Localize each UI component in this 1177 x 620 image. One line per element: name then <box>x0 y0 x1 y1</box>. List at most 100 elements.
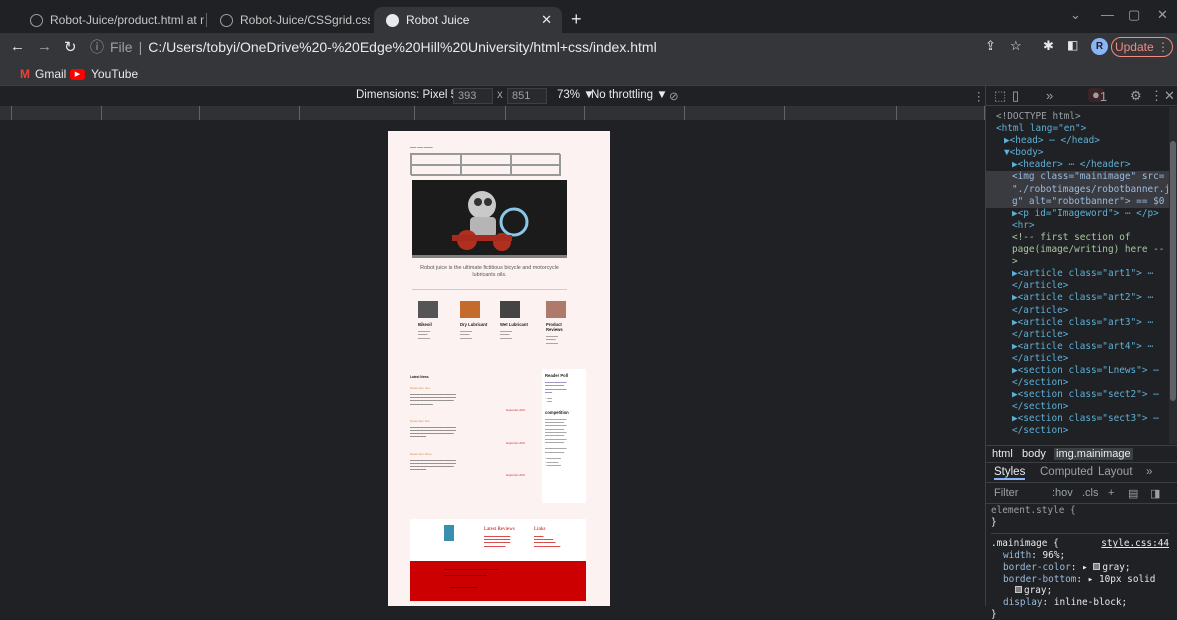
filter-input[interactable]: Filter <box>994 487 1018 499</box>
dom-node-line[interactable]: ▶<header> ⋯ </header> <box>986 159 1169 171</box>
dom-node-line[interactable]: ▶<section class="Lnews"> ⋯ <box>986 365 1169 377</box>
update-button[interactable]: Update ⋮ <box>1111 37 1173 57</box>
nav-cell[interactable] <box>411 154 461 165</box>
article-dry-lubricant[interactable]: Dry Lubricant ▬▬▬▬▬ ▬▬▬▬ ▬▬▬▬▬ <box>460 301 490 340</box>
zoom-select[interactable]: 73% ▼ <box>557 89 595 101</box>
dom-node-line[interactable]: > <box>986 256 1169 268</box>
css-property[interactable]: border-color: ▸ gray; <box>991 562 1169 574</box>
rule-selector[interactable]: .mainimage { <box>991 538 1059 549</box>
dom-node-line[interactable]: ▶<head> ⋯ </head> <box>986 135 1169 147</box>
tab-more[interactable]: » <box>1146 466 1152 478</box>
rule-source-link[interactable]: style.css:44 <box>1101 538 1169 550</box>
color-swatch-icon[interactable] <box>1015 586 1022 594</box>
dom-node-line[interactable]: <hr> <box>986 220 1169 232</box>
address-bar[interactable]: ⓘ File | C:/Users/tobyi/OneDrive%20-%20E… <box>90 35 970 59</box>
breadcrumb-img[interactable]: img.mainimage <box>1054 448 1133 460</box>
breadcrumb-html[interactable]: html <box>992 448 1013 460</box>
dom-node-line[interactable]: g" alt="robotbanner"> == $0 <box>986 195 1169 208</box>
dom-node-line[interactable]: page(image/writing) here -- <box>986 244 1169 256</box>
tab-product[interactable]: Robot-Juice/product.html at mai ✕ <box>18 7 204 33</box>
kebab-menu-icon[interactable]: ⋮ <box>1150 88 1163 104</box>
close-window-icon[interactable]: ✕ <box>1157 7 1168 23</box>
dom-node-line[interactable]: </section> <box>986 425 1169 437</box>
minimize-icon[interactable]: — <box>1101 7 1114 22</box>
emulated-page[interactable]: ▬▬ ▬▬ ▬▬▬ Robot juice is the ultimate fi… <box>388 131 610 606</box>
error-badge[interactable]: ● 1 <box>1088 88 1107 104</box>
width-input[interactable]: 393 <box>453 88 493 104</box>
info-icon[interactable]: ⓘ <box>90 37 104 57</box>
tab-cssgrid[interactable]: Robot-Juice/CSSgrid.css at main ✕ <box>208 7 370 33</box>
dom-node-line[interactable]: ▶<p id="Imageword"> ⋯ </p> <box>986 208 1169 220</box>
bookmark-gmail[interactable]: M Gmail <box>20 67 66 81</box>
article-bikeoil[interactable]: Bikeoil ▬▬▬▬▬ ▬▬▬▬ ▬▬▬▬▬ <box>418 301 448 340</box>
more-options-icon[interactable]: ⋮ <box>973 89 985 103</box>
tab-layout[interactable]: Layout <box>1098 466 1133 478</box>
breadcrumb-body[interactable]: body <box>1022 448 1046 460</box>
paint-icon[interactable]: ▤ <box>1128 487 1138 500</box>
scrollbar-thumb[interactable] <box>1170 141 1176 401</box>
reload-icon[interactable]: ↻ <box>64 38 77 56</box>
css-property-continued[interactable]: gray; <box>991 585 1169 597</box>
back-icon[interactable]: ← <box>10 38 25 55</box>
nav-cell[interactable] <box>511 165 561 176</box>
add-rule-button[interactable]: + <box>1108 487 1114 499</box>
poll-options[interactable]: ○ ▬▬ ○ ▬▬ <box>545 397 586 404</box>
dom-node-line[interactable]: ▶<article class="art4"> ⋯ <box>986 341 1169 353</box>
forward-icon[interactable]: → <box>37 38 52 55</box>
nav-table[interactable] <box>410 153 561 176</box>
tab-computed[interactable]: Computed <box>1040 466 1093 478</box>
media-query-ruler[interactable] <box>0 106 985 120</box>
inspect-icon[interactable]: ⬚ <box>994 88 1006 104</box>
dom-node-line[interactable]: ▶<section class="sect3"> ⋯ <box>986 413 1169 425</box>
throttling-select[interactable]: No throttling ▼ <box>591 89 668 101</box>
nav-cell[interactable] <box>511 154 561 165</box>
sidebar-toggle-icon[interactable]: ◨ <box>1150 487 1160 500</box>
settings-icon[interactable]: ⚙ <box>1130 88 1142 104</box>
dom-node-line[interactable]: <!-- first section of <box>986 232 1169 244</box>
dom-node-line[interactable]: </article> <box>986 329 1169 341</box>
links-list[interactable]: ▬▬▬▬ ▬▬▬▬▬▬▬▬ ▬▬▬▬▬▬▬▬▬ ▬▬▬▬▬▬▬▬▬▬▬ <box>534 535 560 548</box>
dom-node-line[interactable]: <img class="mainimage" src= <box>986 171 1169 184</box>
device-toggle-icon[interactable]: ▯ <box>1012 88 1019 104</box>
rotate-icon[interactable]: ⊘ <box>669 89 679 103</box>
cls-toggle[interactable]: .cls <box>1082 487 1099 499</box>
chevron-down-icon[interactable]: ⌄ <box>1070 7 1081 23</box>
nav-cell[interactable] <box>461 165 511 176</box>
side-panel-icon[interactable]: ◧ <box>1067 38 1078 52</box>
elements-scrollbar[interactable] <box>1169 107 1177 444</box>
dom-node-line[interactable]: ▶<section class="sect2"> ⋯ <box>986 389 1169 401</box>
dom-node-line[interactable]: "./robotimages/robotbanner.jp <box>986 183 1169 196</box>
dom-node-line[interactable]: </section> <box>986 377 1169 389</box>
nav-cell[interactable] <box>461 154 511 165</box>
profile-avatar[interactable]: R <box>1091 38 1108 55</box>
article-product-reviews[interactable]: Product Reviews ▬▬▬▬▬ ▬▬▬▬ ▬▬▬▬▬ <box>546 301 576 345</box>
dom-node-line[interactable]: </article> <box>986 353 1169 365</box>
dom-node-line[interactable]: <!DOCTYPE html> <box>986 111 1169 123</box>
dom-node-line[interactable]: ▶<article class="art3"> ⋯ <box>986 317 1169 329</box>
bookmark-youtube[interactable]: ▶ YouTube <box>70 67 138 81</box>
dom-node-line[interactable]: ▶<article class="art2"> ⋯ <box>986 292 1169 304</box>
dom-node-line[interactable]: ▼<body> <box>986 147 1169 159</box>
dom-node-line[interactable]: <html lang="en"> <box>986 123 1169 135</box>
close-icon[interactable]: ✕ <box>535 12 552 28</box>
extensions-icon[interactable]: ✱ <box>1043 38 1054 54</box>
more-tabs-icon[interactable]: » <box>1046 88 1053 103</box>
article-wet-lubricant[interactable]: Wet Lubricant ▬▬▬▬▬ ▬▬▬▬ ▬▬▬▬▬ <box>500 301 530 340</box>
dom-node-line[interactable]: </article> <box>986 280 1169 292</box>
nav-cell[interactable] <box>411 165 461 176</box>
css-property[interactable]: width: 96%; <box>991 550 1169 562</box>
css-property[interactable]: display: inline-block; <box>991 597 1169 609</box>
hov-toggle[interactable]: :hov <box>1052 487 1073 499</box>
tab-robot-juice[interactable]: Robot Juice ✕ <box>374 7 562 33</box>
maximize-icon[interactable]: ▢ <box>1128 7 1140 23</box>
share-icon[interactable]: ⇪ <box>985 38 996 54</box>
dom-node-line[interactable]: </article> <box>986 305 1169 317</box>
tab-styles[interactable]: Styles <box>994 466 1026 480</box>
elements-tree[interactable]: <!DOCTYPE html> <html lang="en"> ▶<head> ⋯… <box>986 107 1169 444</box>
styles-pane[interactable]: element.style { } .mainimage { style.css… <box>986 505 1169 620</box>
color-swatch-icon[interactable] <box>1093 562 1101 570</box>
dom-node-line[interactable]: </section> <box>986 401 1169 413</box>
dom-node-line[interactable]: ▶<article class="art1"> ⋯ <box>986 268 1169 280</box>
css-property[interactable]: border-bottom: ▸ 10px solid <box>991 574 1169 586</box>
new-tab-icon[interactable]: + <box>571 9 582 30</box>
